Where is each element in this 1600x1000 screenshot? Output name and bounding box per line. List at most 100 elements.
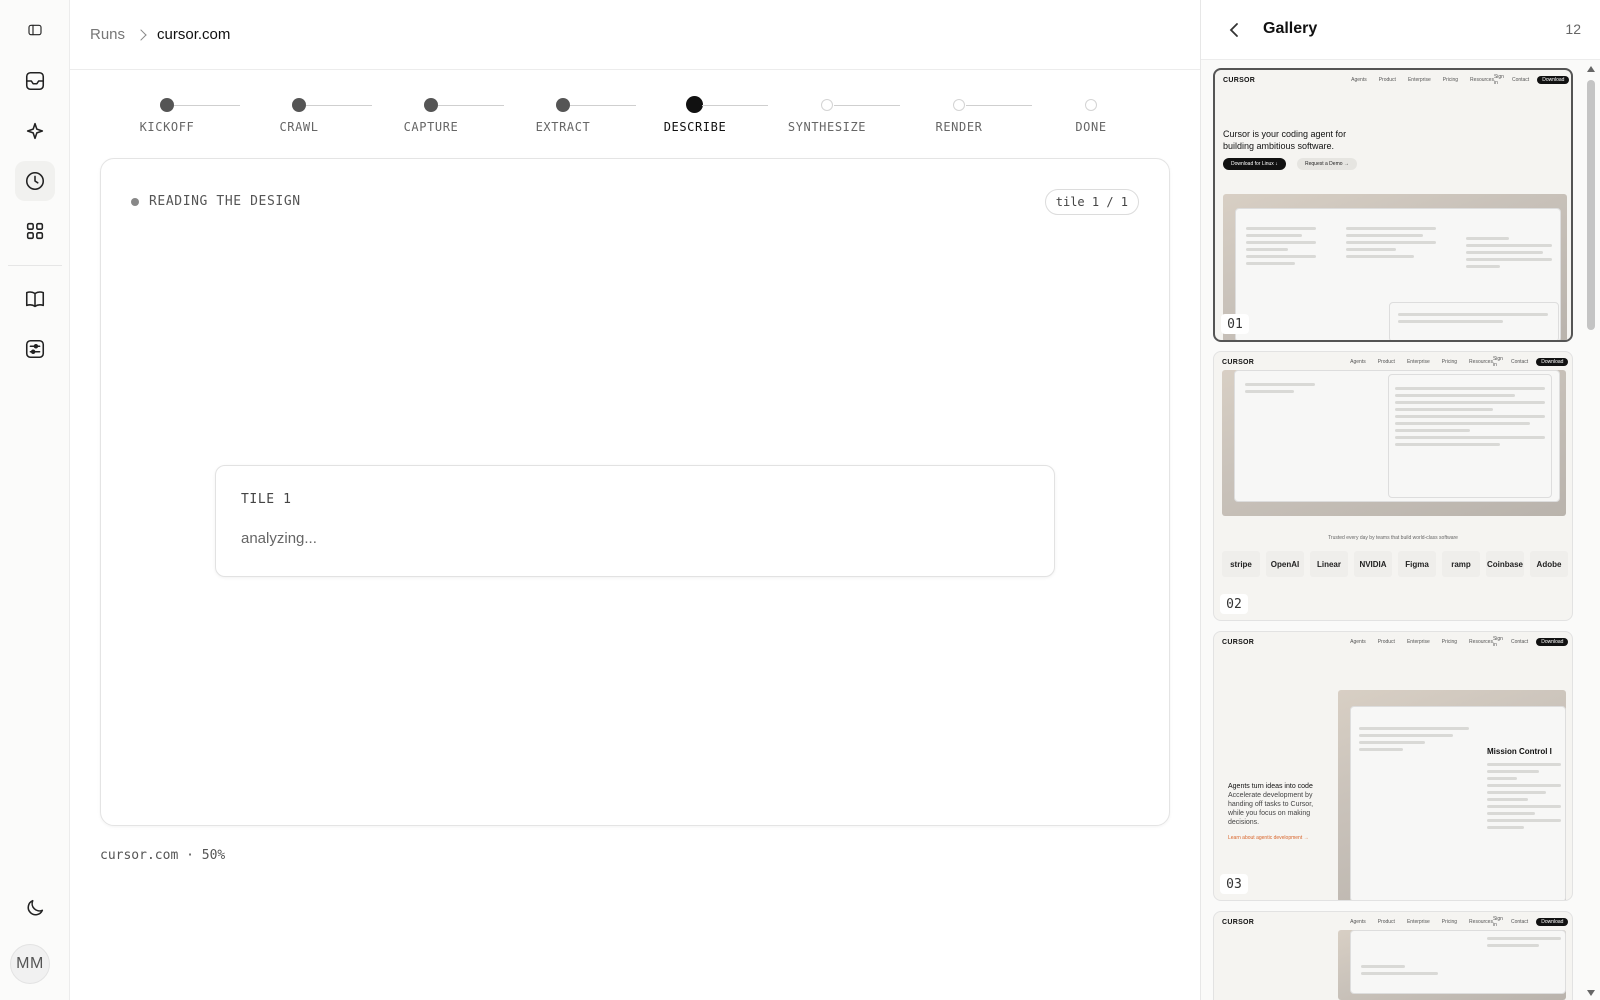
step-dot-pending [821,99,833,111]
sidebar-toggle-button[interactable] [15,10,55,50]
thumb-caption: Trusted every day by teams that build wo… [1328,535,1458,541]
step-label: CRAWL [279,120,319,134]
thumb-logo: CURSOR [1222,918,1255,926]
theme-toggle-button[interactable] [15,888,55,928]
thumb-nav-link: Resources [1470,77,1494,83]
breadcrumb-current: cursor.com [157,26,231,43]
thumb-brand-logo: NVIDIA [1354,551,1392,577]
thumb-nav-link: Agents [1350,919,1366,925]
thumb-download-chip: Download [1537,76,1570,84]
gallery-thumb-01[interactable]: CURSOR Agents Product Enterprise Pricing… [1213,68,1573,342]
sidebar-toggle-icon [28,24,42,36]
thumb-nav-links: Agents Product Enterprise Pricing Resour… [1351,77,1494,83]
history-button[interactable] [15,161,55,201]
gallery-header: Gallery 12 [1201,0,1600,60]
step-connector [702,105,768,106]
thumb-nav-link: Agents [1350,359,1366,365]
settings-sliders-icon [25,339,45,359]
scroll-down-icon[interactable] [1587,990,1595,996]
thumb-text-lines [1487,937,1561,951]
thumb-text-lines [1361,965,1471,979]
inbox-button[interactable] [15,61,55,101]
step-label: SYNTHESIZE [787,120,867,134]
thumb-nav-link: Contact [1511,77,1530,83]
thumb-screenshot [1223,194,1567,340]
breadcrumb-runs-link[interactable]: Runs [90,26,125,43]
create-button[interactable] [15,111,55,151]
thumb-nav-right: Sign in Contact Download [1493,356,1569,368]
step-label: CAPTURE [403,120,459,134]
thumb-nav-link: Product [1377,639,1395,645]
gallery-thumb-04[interactable]: CURSOR Agents Product Enterprise Pricing… [1213,911,1573,1000]
thumb-nav-link: Pricing [1441,639,1458,645]
step-dot-current [686,96,703,113]
step-connector [438,105,504,106]
scroll-up-icon[interactable] [1587,66,1595,72]
thumb-primary-button: Download for Linux ↓ [1223,158,1286,170]
step-dot-pending [1085,99,1097,111]
inbox-icon [25,71,45,91]
thumb-number: 02 [1220,594,1248,614]
thumb-secondary-button: Request a Demo → [1297,158,1357,170]
thumb-nav-link: Enterprise [1406,359,1430,365]
describe-card: READING THE DESIGN tile 1 / 1 TILE 1 ana… [100,158,1170,826]
thumb-feature-link: Learn about agentic development → [1228,835,1309,841]
status-text: READING THE DESIGN [149,194,301,209]
thumb-number: 01 [1221,314,1249,334]
thumb-nav-link: Sign in [1492,636,1503,648]
gallery-back-button[interactable] [1225,20,1245,40]
step-connector [306,105,372,106]
thumb-brand-logo: Adobe [1530,551,1568,577]
thumb-nav-link: Sign in [1492,916,1503,928]
thumb-nav-right: Sign in Contact Download [1493,916,1569,928]
gallery-scrollbar[interactable] [1586,66,1596,996]
main-panel: Runs cursor.com KICKOFF CRAWL CAPTURE EX… [70,0,1200,1000]
thumb-text-lines [1246,227,1316,269]
thumb-text-lines [1245,383,1315,397]
thumb-screenshot [1222,370,1566,516]
step-dot [556,98,570,112]
gallery-thumb-03[interactable]: CURSOR Agents Product Enterprise Pricing… [1213,631,1573,901]
thumb-download-chip: Download [1536,638,1569,646]
apps-button[interactable] [15,211,55,251]
step-dot [160,98,174,112]
history-icon [25,171,45,191]
settings-button[interactable] [15,329,55,369]
step-label: KICKOFF [139,120,195,134]
step-label: RENDER [935,120,983,134]
tile-card: TILE 1 analyzing... [215,465,1055,577]
thumb-logo: CURSOR [1222,358,1255,366]
thumb-nav-link: Product [1377,359,1395,365]
thumb-nav-right: Sign in Contact Download [1493,636,1569,648]
thumb-nav-link: Product [1377,919,1395,925]
thumb-nav-link: Agents [1350,639,1366,645]
thumb-nav-link: Contact [1510,359,1529,365]
thumb-nav-link: Enterprise [1407,77,1431,83]
thumb-text-lines [1395,387,1545,450]
thumb-text-lines [1359,727,1469,755]
thumb-nav-link: Enterprise [1406,639,1430,645]
gallery-panel: Gallery 12 CURSOR Agents Product Enterpr… [1200,0,1600,1000]
rail-divider [8,265,62,266]
step-label: EXTRACT [535,120,591,134]
docs-button[interactable] [15,279,55,319]
pipeline-stepper: KICKOFF CRAWL CAPTURE EXTRACT DESCRIBE S… [100,96,1200,136]
thumb-nav-link: Enterprise [1406,919,1430,925]
sparkle-icon [26,122,44,140]
avatar[interactable]: MM [10,944,50,984]
thumb-nav-link: Pricing [1442,77,1459,83]
chevron-right-icon [135,28,147,41]
gallery-thumb-02[interactable]: CURSOR Agents Product Enterprise Pricing… [1213,351,1573,621]
thumb-nav-link: Contact [1510,639,1529,645]
tile-title: TILE 1 [241,492,292,507]
thumb-app-window: Mission Control I [1350,706,1566,900]
thumb-logo: CURSOR [1222,638,1255,646]
thumb-nav: CURSOR Agents Product Enterprise Pricing… [1214,632,1572,652]
thumb-download-chip: Download [1536,358,1569,366]
run-progress-text: cursor.com · 50% [100,848,226,863]
thumb-brand-logo: stripe [1222,551,1260,577]
scrollbar-thumb[interactable] [1587,80,1595,330]
step-connector [834,105,900,106]
status-dot-icon [131,197,139,206]
moon-icon [27,899,44,916]
